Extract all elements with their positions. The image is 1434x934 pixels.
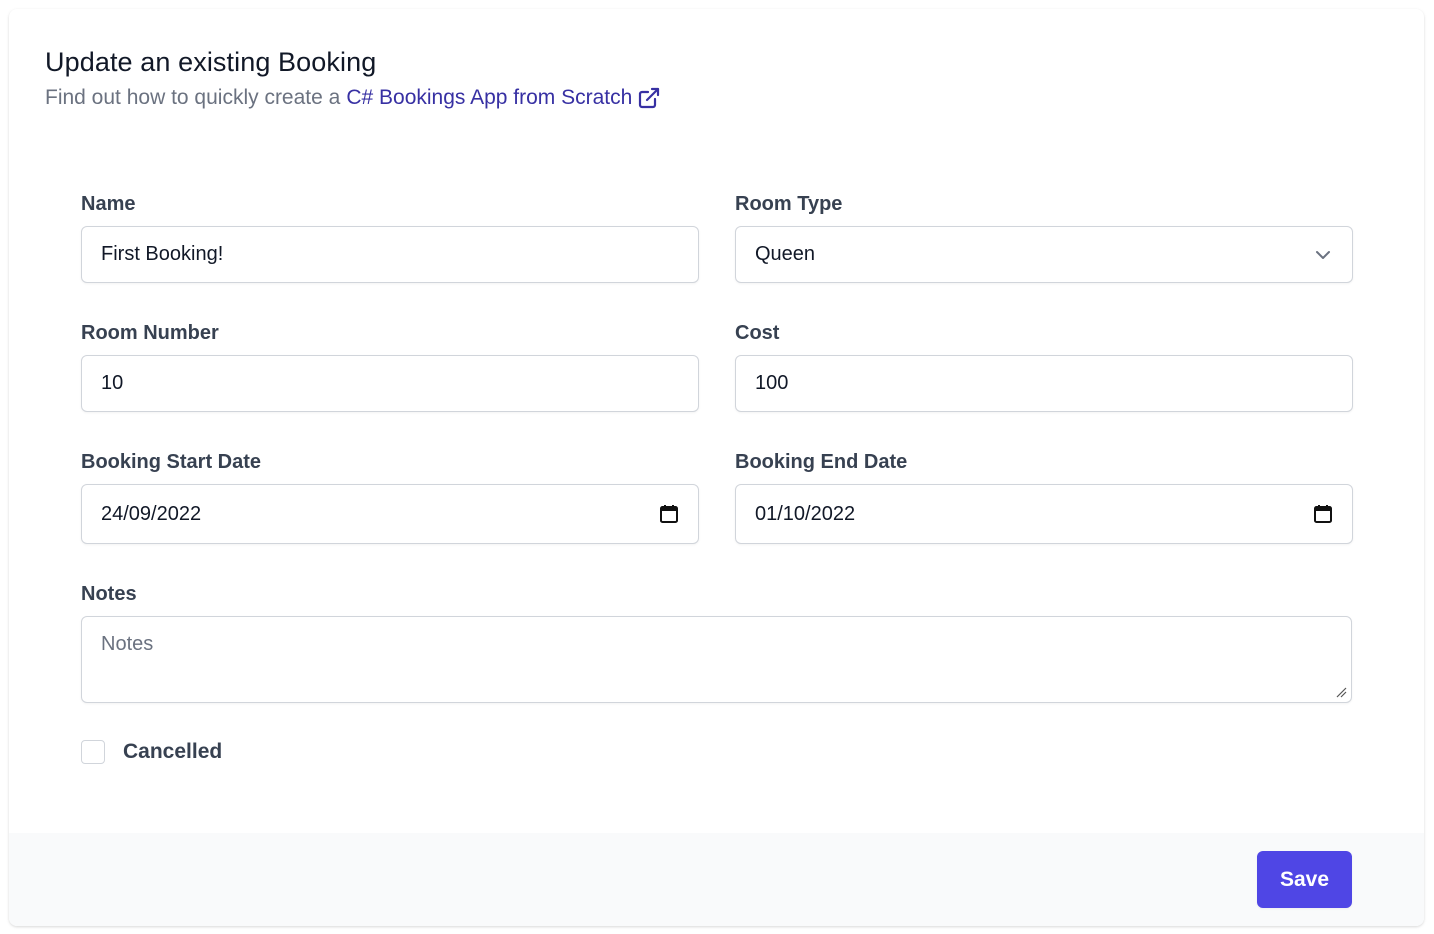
room-number-label: Room Number (81, 322, 219, 344)
room-type-value: Queen (755, 243, 816, 265)
start-date-value: 24/09/2022 (101, 502, 202, 525)
end-date-input[interactable]: 01/10/2022 (735, 484, 1353, 544)
resize-handle-icon[interactable] (1335, 686, 1347, 698)
docs-link-label: C# Bookings App from Scratch (346, 86, 633, 109)
room-number-input[interactable]: 10 (81, 355, 699, 412)
booking-form-card: Update an existing Booking Find out how … (9, 9, 1424, 926)
cost-field: Cost 100 (735, 321, 1353, 412)
form-footer: Save (9, 833, 1424, 926)
notes-textarea[interactable]: Notes (81, 616, 1352, 703)
notes-label: Notes (81, 583, 137, 605)
name-input[interactable]: First Booking! (81, 226, 699, 283)
subtitle-text: Find out how to quickly create a (45, 86, 341, 109)
calendar-icon[interactable] (659, 504, 679, 524)
docs-link[interactable]: C# Bookings App from Scratch (346, 86, 661, 110)
form-header: Update an existing Booking Find out how … (45, 47, 661, 110)
room-type-select[interactable]: Queen (735, 226, 1353, 283)
room-type-field: Room Type Queen (735, 192, 1353, 283)
cost-label: Cost (735, 322, 780, 344)
page-title: Update an existing Booking (45, 47, 377, 77)
start-date-input[interactable]: 24/09/2022 (81, 484, 699, 544)
room-number-field: Room Number 10 (81, 321, 699, 412)
page-subtitle: Find out how to quickly create a C# Book… (45, 86, 661, 110)
name-input-value: First Booking! (101, 243, 224, 265)
notes-field: Notes Notes (81, 582, 1352, 703)
cancelled-row: Cancelled (81, 740, 222, 764)
start-date-label: Booking Start Date (81, 451, 262, 473)
chevron-down-icon (1316, 250, 1330, 259)
calendar-icon[interactable] (1313, 504, 1333, 524)
cancelled-checkbox[interactable] (81, 740, 105, 764)
name-field: Name First Booking! (81, 192, 699, 283)
end-date-field: Booking End Date 01/10/2022 (735, 450, 1353, 544)
cost-input[interactable]: 100 (735, 355, 1353, 412)
room-type-label: Room Type (735, 193, 843, 215)
end-date-value: 01/10/2022 (755, 502, 856, 525)
cancelled-label[interactable]: Cancelled (123, 740, 222, 764)
notes-placeholder: Notes (101, 633, 154, 655)
save-button[interactable]: Save (1257, 851, 1352, 908)
start-date-field: Booking Start Date 24/09/2022 (81, 450, 699, 544)
name-label: Name (81, 193, 136, 215)
room-number-value: 10 (101, 372, 124, 394)
external-link-icon (639, 87, 660, 109)
cost-value: 100 (755, 372, 789, 394)
end-date-label: Booking End Date (735, 451, 908, 473)
